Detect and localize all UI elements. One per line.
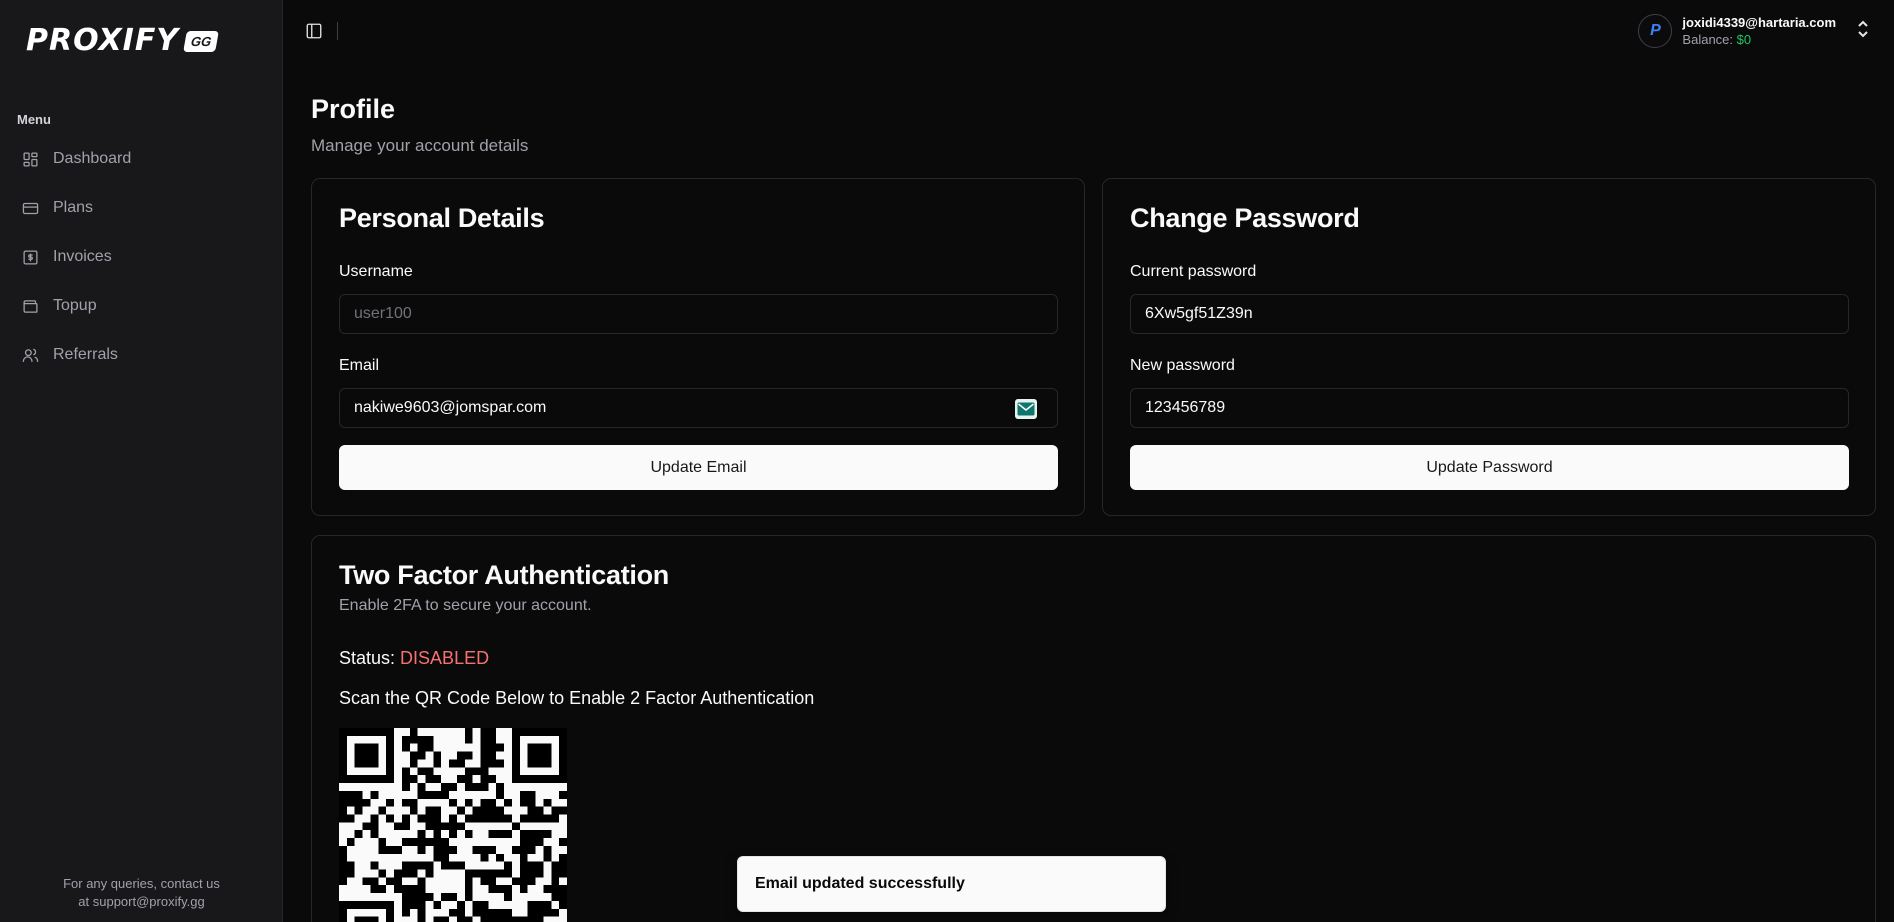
invoice-icon bbox=[23, 249, 38, 265]
top-bar: P joxidi4339@hartaria.com Balance: $0 bbox=[284, 0, 1894, 62]
card-icon bbox=[22, 202, 39, 214]
sidebar-toggle-button[interactable] bbox=[305, 22, 323, 40]
support-note-line1: For any queries, contact us bbox=[63, 876, 220, 891]
new-password-input[interactable]: 123456789 bbox=[1130, 388, 1849, 428]
wallet-icon bbox=[23, 299, 38, 313]
avatar: P bbox=[1638, 14, 1673, 48]
user-email: joxidi4339@hartaria.com bbox=[1682, 14, 1836, 30]
sidebar-item-referrals[interactable]: Referrals bbox=[12, 337, 271, 373]
panel-left-icon bbox=[306, 23, 322, 39]
personal-details-card: Personal Details Username user100 Email … bbox=[311, 178, 1085, 516]
page-subtitle: Manage your account details bbox=[311, 136, 529, 155]
balance-value: $0 bbox=[1736, 31, 1752, 47]
dashboard-icon bbox=[23, 151, 38, 167]
sidebar: PROXIFY GG Menu Dashboard Plans Invoices… bbox=[0, 0, 283, 922]
new-password-label: New password bbox=[1130, 357, 1235, 374]
twofa-status: Status: DISABLED bbox=[339, 648, 489, 669]
user-info: joxidi4339@hartaria.com Balance: $0 bbox=[1682, 15, 1836, 48]
sidebar-item-topup[interactable]: Topup bbox=[12, 288, 271, 324]
card-title: Change Password bbox=[1130, 203, 1360, 233]
sidebar-item-invoices[interactable]: Invoices bbox=[12, 239, 271, 275]
sidebar-item-label: Plans bbox=[53, 199, 94, 216]
mail-extension-icon[interactable] bbox=[1015, 399, 1037, 419]
scan-instructions: Scan the QR Code Below to Enable 2 Facto… bbox=[339, 688, 815, 708]
toast-notification: Email updated successfully bbox=[737, 856, 1166, 912]
sidebar-item-dashboard[interactable]: Dashboard bbox=[12, 141, 271, 177]
status-badge: DISABLED bbox=[400, 648, 490, 668]
avatar-logo-icon: P bbox=[1650, 22, 1661, 39]
brand-logo[interactable]: PROXIFY GG bbox=[26, 23, 220, 58]
current-password-label: Current password bbox=[1130, 263, 1257, 280]
username-input[interactable]: user100 bbox=[339, 294, 1058, 334]
username-label: Username bbox=[339, 263, 413, 280]
users-icon bbox=[22, 348, 39, 362]
menu-label: Menu bbox=[17, 112, 51, 127]
support-note-line2: at support@proxify.gg bbox=[78, 894, 205, 909]
update-email-button[interactable]: Update Email bbox=[339, 445, 1058, 490]
sidebar-item-label: Invoices bbox=[53, 248, 112, 265]
email-label: Email bbox=[339, 357, 380, 374]
sidebar-item-plans[interactable]: Plans bbox=[12, 190, 271, 226]
support-note: For any queries, contact us at support@p… bbox=[0, 875, 283, 911]
brand-name: PROXIFY bbox=[26, 23, 180, 58]
user-menu-button[interactable]: P joxidi4339@hartaria.com Balance: $0 bbox=[1638, 14, 1870, 48]
qr-code-image bbox=[339, 728, 567, 922]
update-password-button[interactable]: Update Password bbox=[1130, 445, 1849, 490]
divider bbox=[337, 22, 338, 40]
user-balance: Balance: $0 bbox=[1682, 31, 1836, 48]
email-input[interactable]: nakiwe9603@jomspar.com bbox=[339, 388, 1058, 428]
page-title: Profile bbox=[311, 94, 396, 124]
brand-suffix: GG bbox=[183, 30, 220, 52]
toast-message: Email updated successfully bbox=[755, 875, 965, 892]
change-password-card: Change Password Current password 6Xw5gf5… bbox=[1102, 178, 1876, 516]
balance-label: Balance: bbox=[1682, 31, 1734, 47]
status-label: Status: bbox=[339, 648, 396, 668]
sidebar-item-label: Topup bbox=[53, 297, 97, 314]
card-title: Two Factor Authentication bbox=[339, 560, 669, 590]
card-subtitle: Enable 2FA to secure your account. bbox=[339, 597, 592, 614]
card-title: Personal Details bbox=[339, 203, 545, 233]
chevrons-up-down-icon bbox=[1856, 20, 1870, 43]
email-value: nakiwe9603@jomspar.com bbox=[354, 399, 547, 416]
sidebar-item-label: Dashboard bbox=[53, 150, 132, 167]
sidebar-nav: Dashboard Plans Invoices Topup Referrals bbox=[12, 141, 271, 386]
sidebar-item-label: Referrals bbox=[53, 346, 118, 363]
current-password-input[interactable]: 6Xw5gf51Z39n bbox=[1130, 294, 1849, 334]
